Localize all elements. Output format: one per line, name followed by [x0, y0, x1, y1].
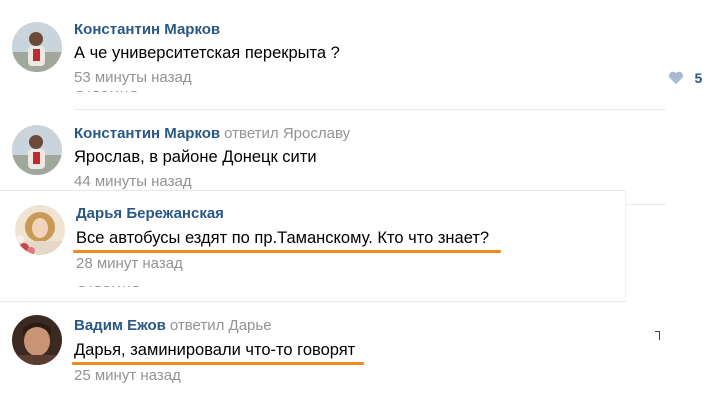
reply-to-link[interactable]: ответил Ярославу — [224, 125, 350, 142]
highlight-underline — [73, 250, 501, 253]
comment-1: Константин Марков А че университетская п… — [0, 0, 706, 110]
highlight-underline — [72, 362, 364, 365]
comment-separator — [74, 109, 666, 110]
author-name[interactable]: Константин Марков — [74, 21, 220, 38]
comment-text: Все автобусы ездят по пр.Таманскому. Кто… — [76, 229, 490, 247]
comment-time[interactable]: 44 минуты назад — [74, 173, 192, 190]
author-name[interactable]: Вадим Ежов — [74, 317, 166, 334]
author-name[interactable]: Константин Марков — [74, 125, 220, 142]
reply-to-link[interactable]: ответил Дарье — [170, 317, 272, 334]
comment-author[interactable]: Константин Марков — [74, 21, 220, 38]
comment-text: Дарья, заминировали что-то говорят — [74, 341, 356, 359]
comment-time[interactable]: 28 минут назад — [76, 255, 183, 272]
heart-icon — [669, 72, 683, 85]
comment-time[interactable]: 53 минуты назад — [74, 69, 192, 86]
avatar-konstantin[interactable] — [12, 22, 62, 72]
comment-author: Вадим Ежов ответил Дарье — [74, 317, 272, 334]
comment-3: Дарья Бережанская Все автобусы ездят по … — [0, 190, 626, 302]
avatar-vadim[interactable] — [12, 315, 62, 365]
like-count: 5 — [694, 69, 703, 86]
comment-actions-dot[interactable] — [655, 331, 660, 340]
avatar-darya[interactable] — [15, 205, 65, 255]
like-button[interactable]: 5 — [668, 69, 702, 87]
hidden-actions-row: Ответить — [76, 286, 216, 290]
comment-time[interactable]: 25 минут назад — [74, 367, 181, 384]
comment-4: Вадим Ежов ответил Дарье Дарья, заминиров… — [0, 303, 706, 413]
comment-author[interactable]: Дарья Бережанская — [76, 205, 224, 222]
comment-text: А че университетская перекрыта ? — [74, 44, 340, 62]
author-name[interactable]: Дарья Бережанская — [76, 205, 224, 222]
comment-author: Константин Марков ответил Ярославу — [74, 125, 350, 142]
hidden-actions-row: Ответить — [74, 91, 214, 95]
comment-2: Константин Марков ответил Ярославу Яросла… — [0, 111, 706, 205]
comment-text: Ярослав, в районе Донецк сити — [74, 148, 317, 166]
avatar-konstantin[interactable] — [12, 125, 62, 175]
